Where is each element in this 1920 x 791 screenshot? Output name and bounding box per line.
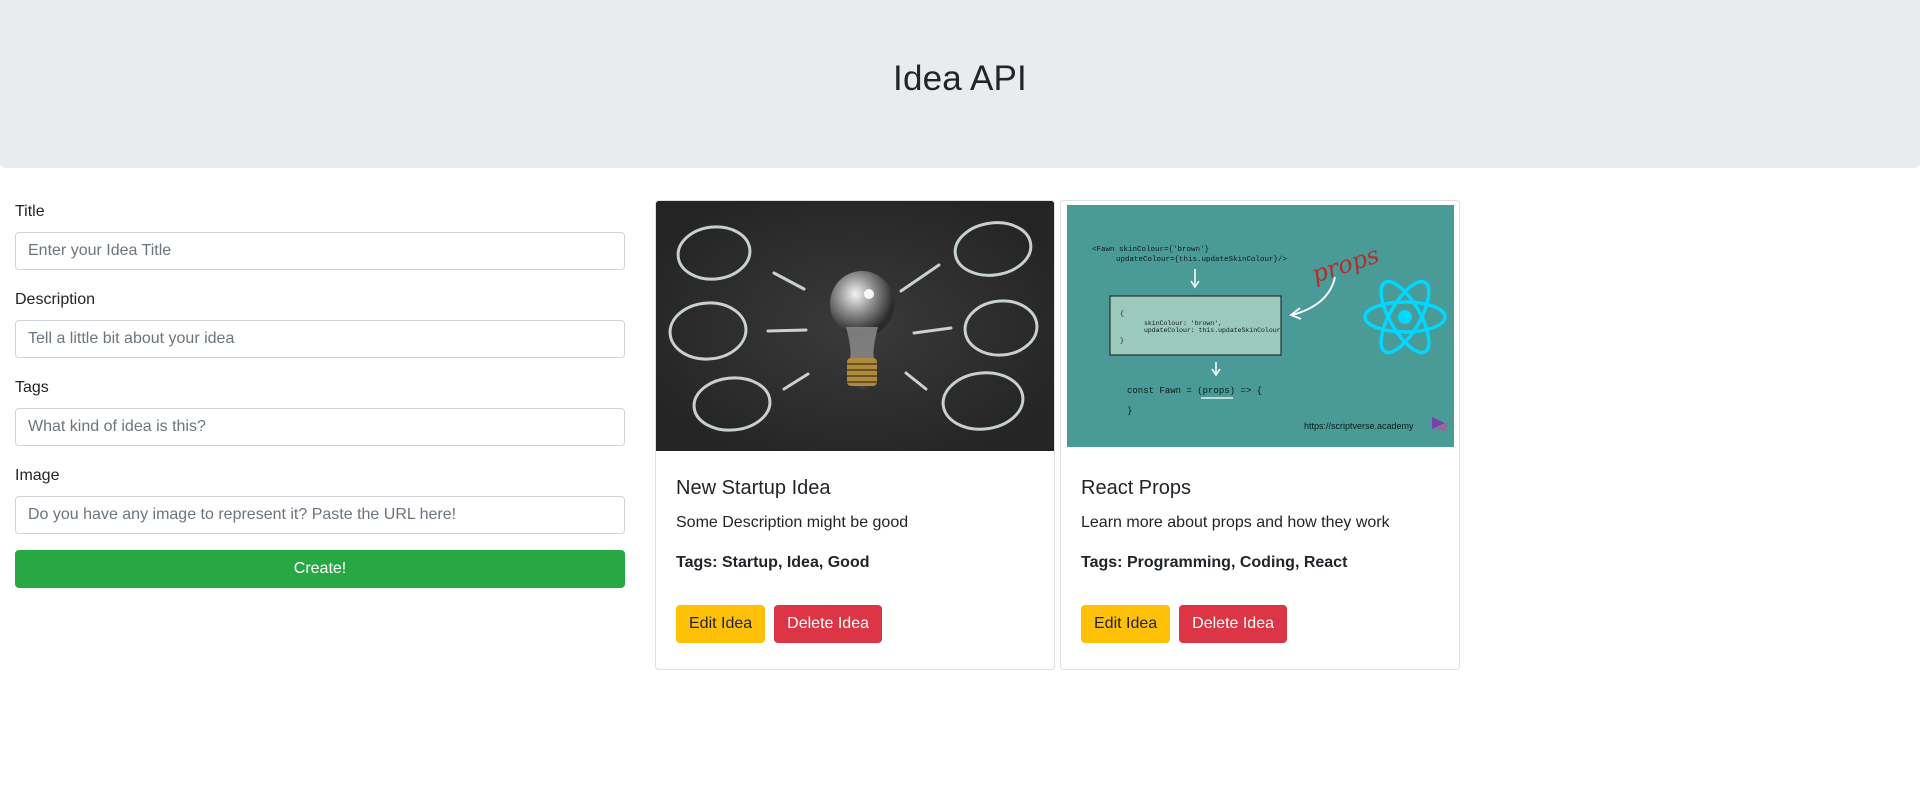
box-open-brace: { [1120,310,1124,317]
page-header: Idea API [0,0,1920,168]
description-input[interactable] [15,320,625,358]
edit-idea-button[interactable]: Edit Idea [676,605,766,643]
idea-tags-values: Startup, Idea, Good [721,554,870,571]
delete-idea-button[interactable]: Delete Idea [1179,605,1287,643]
idea-card-body: React Props Learn more about props and h… [1061,451,1459,663]
idea-title: New Startup Idea [676,477,831,499]
tags-input[interactable] [15,408,625,446]
image-url-input[interactable] [15,496,625,534]
box-line-1: skinColour: 'brown', [1144,320,1222,327]
idea-card: New Startup Idea Some Description might … [655,200,1055,670]
description-label: Description [15,291,96,308]
edit-idea-button[interactable]: Edit Idea [1081,605,1171,643]
image-label: Image [15,467,60,484]
idea-card-body: New Startup Idea Some Description might … [656,451,1054,663]
title-label: Title [15,203,45,220]
idea-tags: Tags: Startup, Idea, Good [676,551,1034,575]
close-brace: } [1127,406,1132,416]
idea-description: Some Description might be good [676,514,909,531]
page-title: Idea API [893,59,1027,98]
code-line-1: <Fawn skinColour={'brown'} [1092,246,1209,254]
idea-tags-prefix: Tags: [1081,554,1123,571]
idea-tags: Tags: Programming, Coding, React [1081,551,1439,575]
box-close-brace: } [1120,337,1124,344]
idea-actions: Edit Idea Delete Idea [676,605,1034,643]
idea-title: React Props [1081,477,1192,499]
idea-actions: Edit Idea Delete Idea [1081,605,1439,643]
title-input[interactable] [15,232,625,270]
lightbulb-chalkboard-image [656,201,1054,451]
react-props-diagram-image: <Fawn skinColour={'brown'} updateColour=… [1061,201,1459,451]
scriptverse-url: https://scriptverse.academy [1304,421,1414,431]
idea-tags-values: Programming, Coding, React [1126,554,1348,571]
create-idea-form: Title Description Tags Image Create! [15,200,625,588]
create-button[interactable]: Create! [15,550,625,588]
tags-label: Tags [15,379,49,396]
idea-tags-prefix: Tags: [676,554,718,571]
const-line: const Fawn = (props) => { [1127,386,1262,396]
delete-idea-button[interactable]: Delete Idea [774,605,882,643]
idea-card: <Fawn skinColour={'brown'} updateColour=… [1060,200,1460,670]
idea-description: Learn more about props and how they work [1081,514,1390,531]
box-line-2: updateColour: this.updateSkinColour [1144,327,1281,334]
code-line-2: updateColour={this.updateSkinColour}/> [1116,256,1288,264]
